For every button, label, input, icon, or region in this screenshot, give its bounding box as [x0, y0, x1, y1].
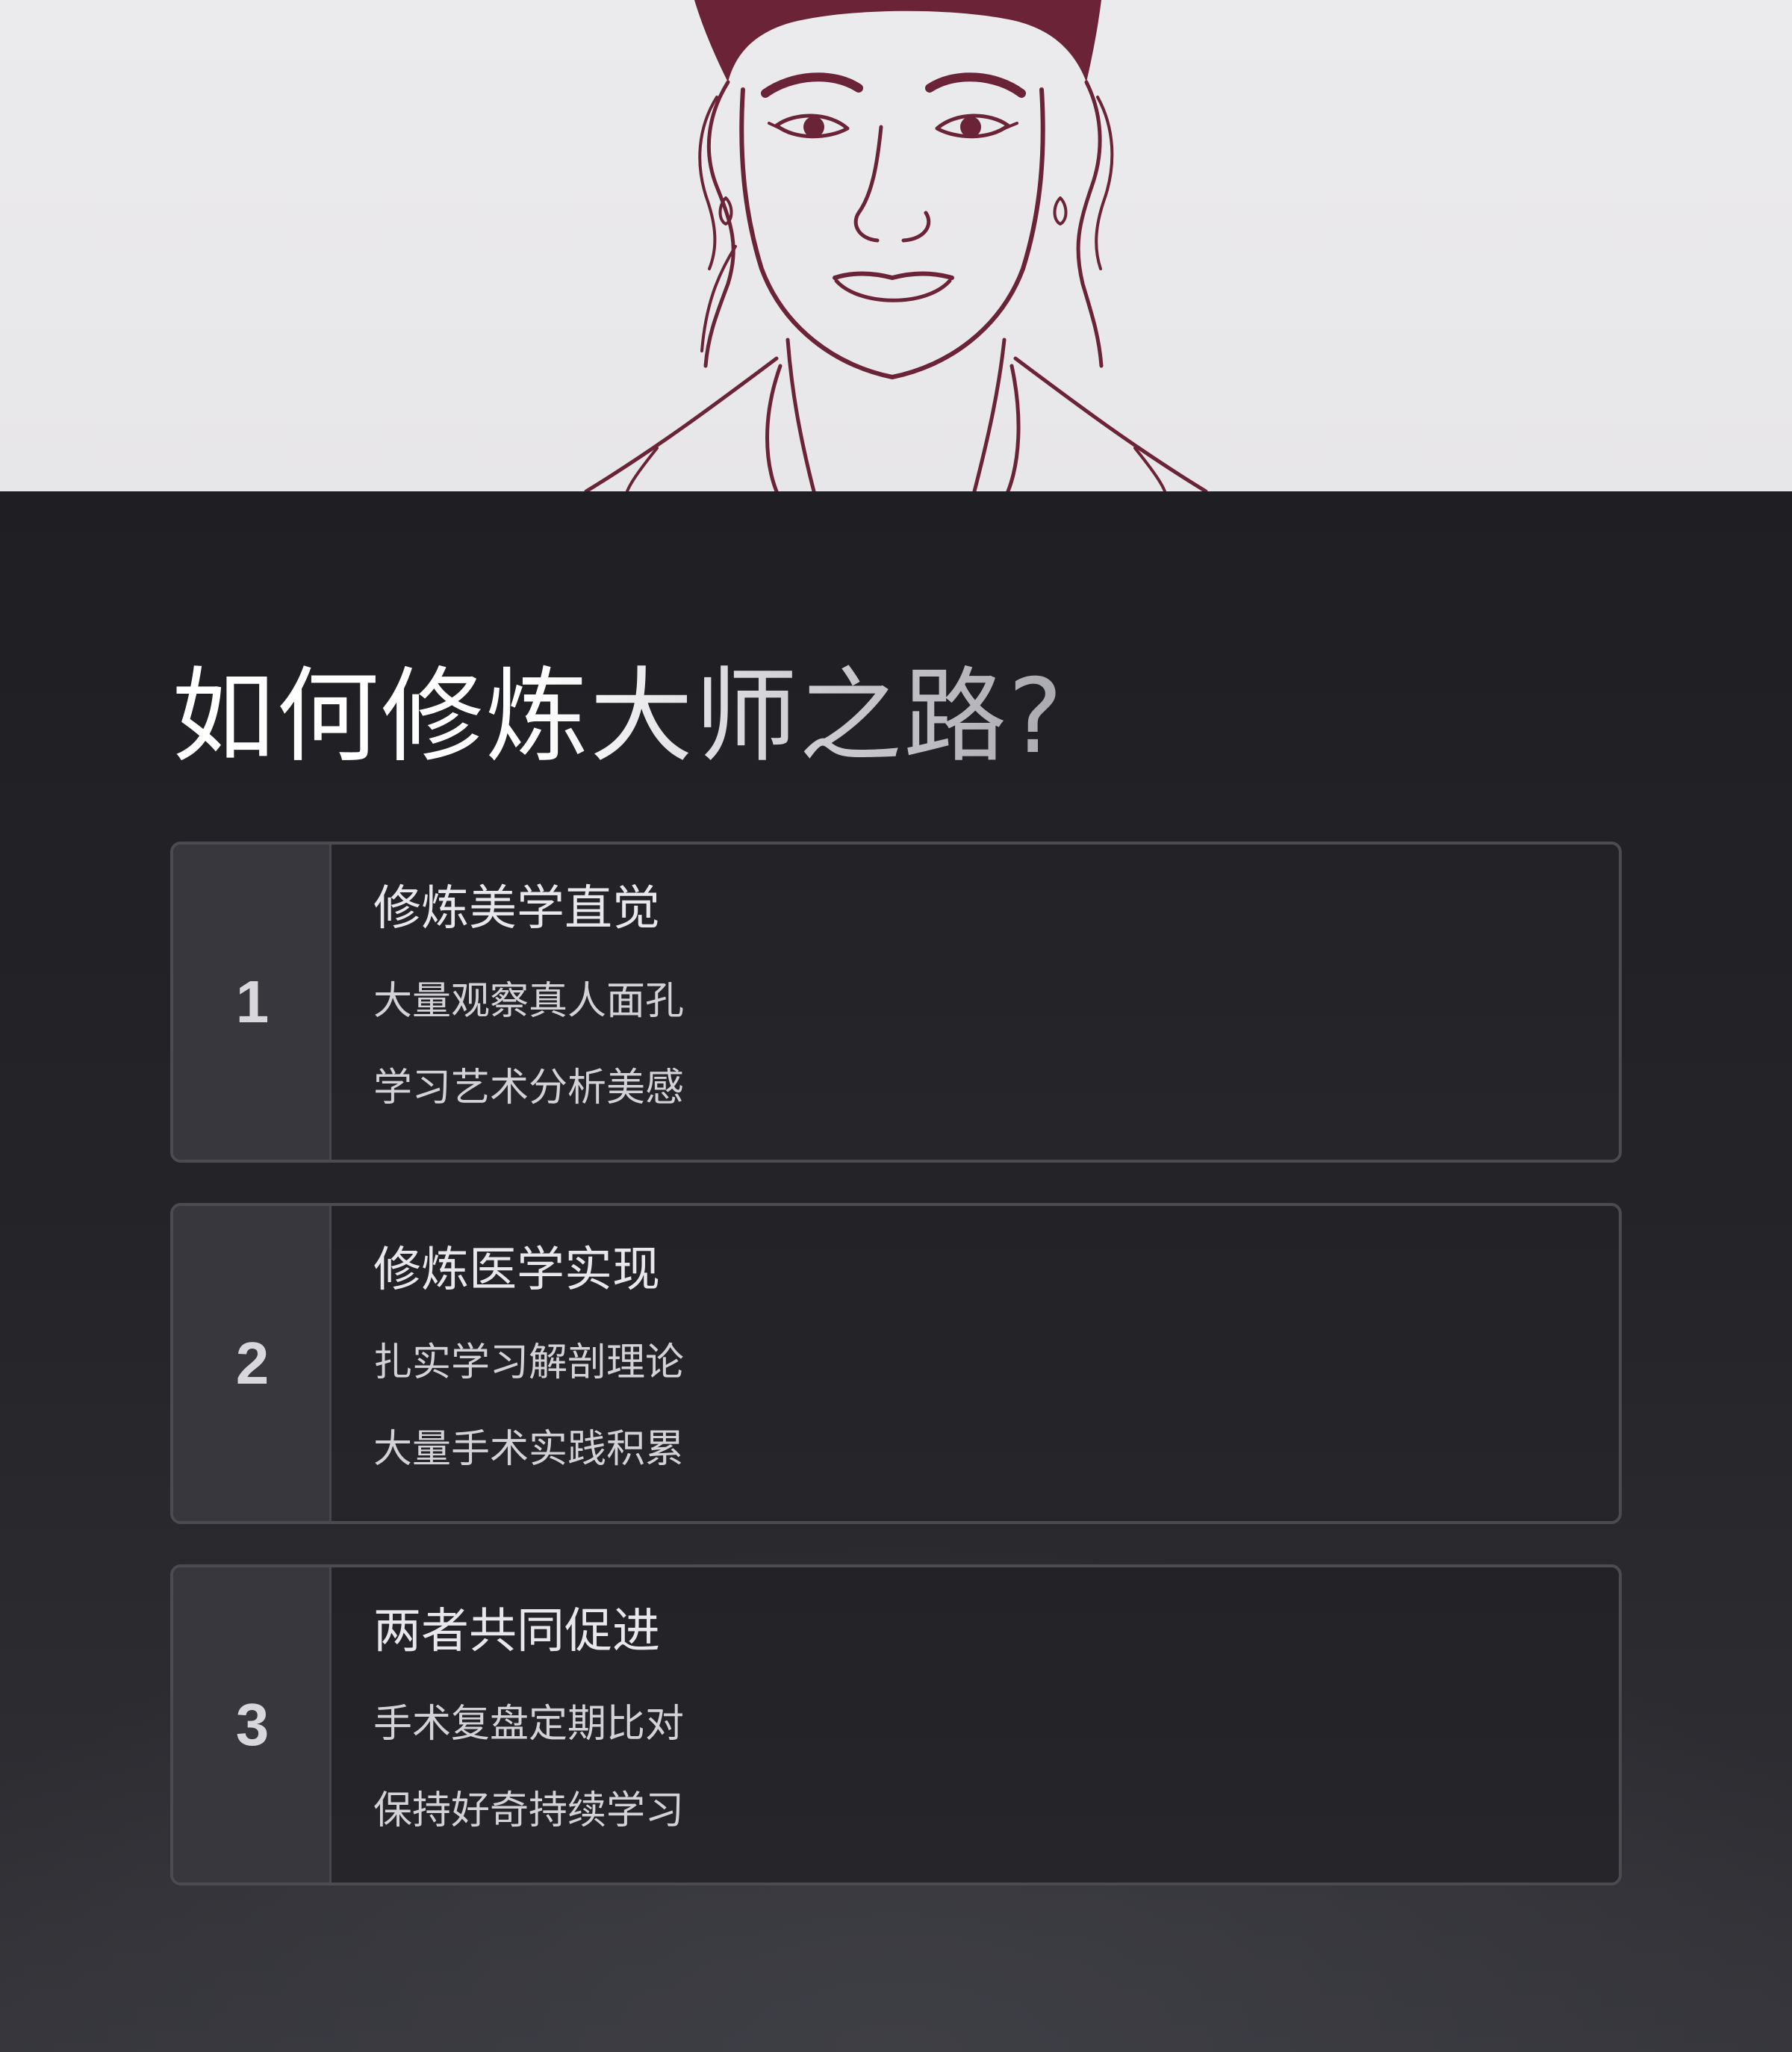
step-point: 大量手术实践积累 — [373, 1427, 685, 1472]
woman-line-portrait-icon — [584, 0, 1208, 491]
page-title: 如何修炼大师之路? — [172, 656, 1065, 777]
step-number: 1 — [235, 969, 270, 1035]
step-point: 学习艺术分析美感 — [373, 1066, 685, 1110]
step-number: 3 — [235, 1691, 270, 1758]
step-heading: 修炼医学实现 — [373, 1243, 660, 1298]
step-card-3: 3 两者共同促进 手术复盘定期比对 保持好奇持续学习 — [170, 1564, 1622, 1885]
step-point: 大量观察真人面孔 — [373, 979, 685, 1024]
step-card-1: 1 修炼美学直觉 大量观察真人面孔 学习艺术分析美感 — [170, 842, 1622, 1163]
step-card-2: 2 修炼医学实现 扎实学习解剖理论 大量手术实践积累 — [170, 1203, 1622, 1524]
step-number: 2 — [235, 1330, 270, 1396]
step-heading: 两者共同促进 — [373, 1604, 660, 1659]
hero-illustration — [0, 0, 1792, 491]
step-point: 保持好奇持续学习 — [373, 1788, 685, 1833]
step-point: 手术复盘定期比对 — [373, 1702, 685, 1747]
step-heading: 修炼美学直觉 — [373, 881, 660, 936]
step-point: 扎实学习解剖理论 — [373, 1340, 685, 1385]
